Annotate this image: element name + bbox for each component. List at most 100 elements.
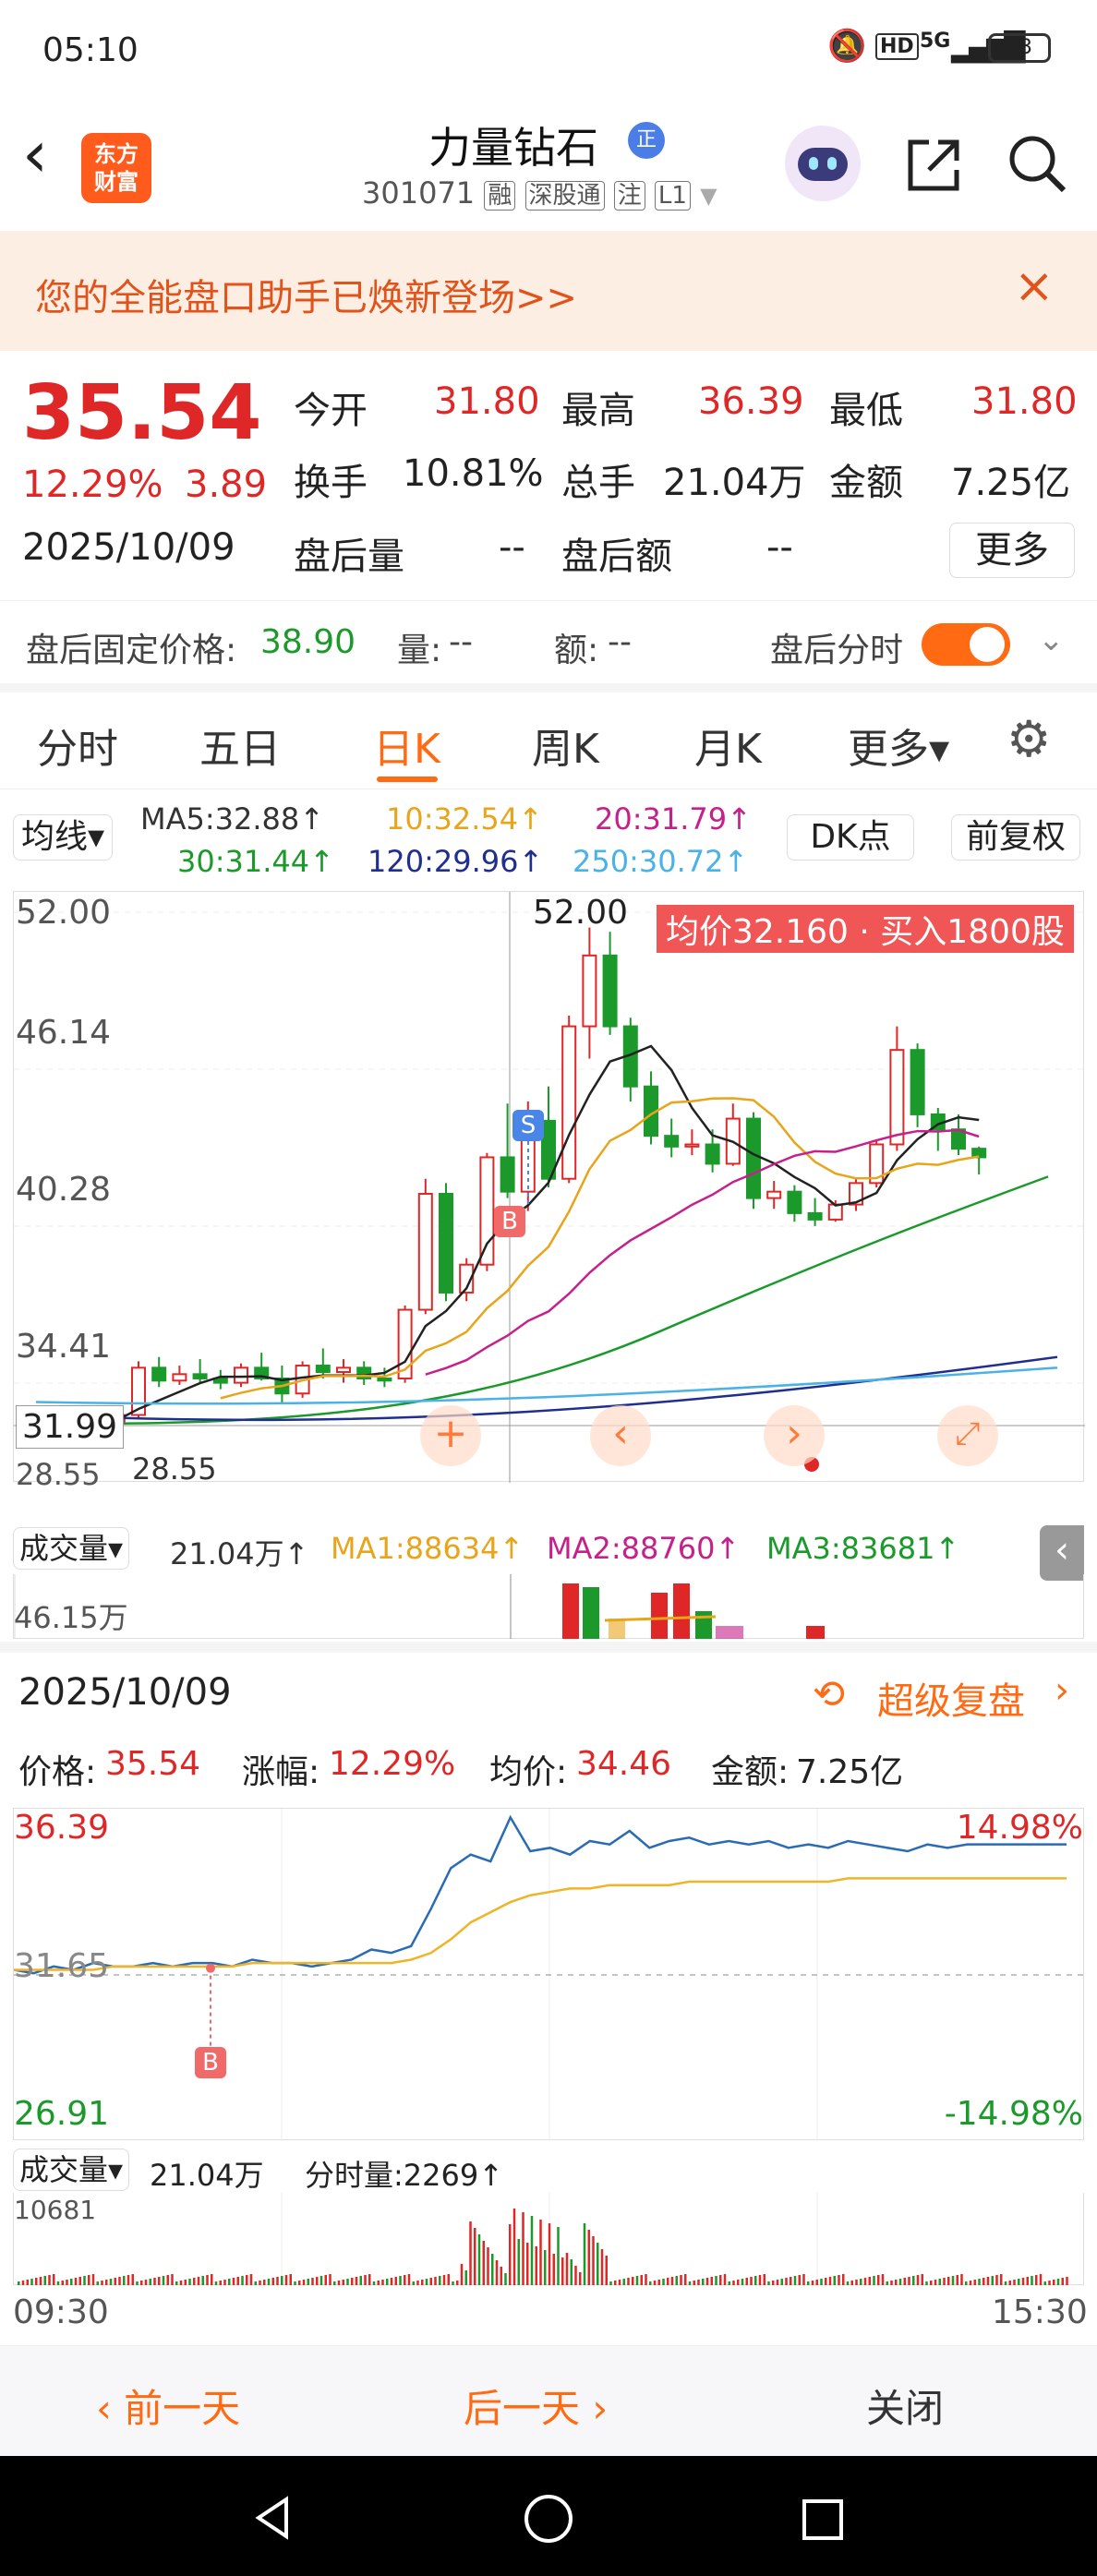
ivol-bar	[114, 2278, 116, 2285]
ivol-bar	[728, 2281, 730, 2285]
tab-intraday[interactable]: 分时	[37, 716, 118, 775]
ivol-bar	[693, 2281, 695, 2285]
ivol-bar	[670, 2277, 674, 2285]
kline-chart[interactable]: 52.00 46.14 40.28 34.41 31.99 28.55 28.5…	[13, 891, 1085, 1492]
candle-body	[479, 1156, 495, 1266]
ivol-bar	[938, 2279, 941, 2285]
ivol-bar	[1039, 2274, 1043, 2285]
add-icon[interactable]: +	[420, 1405, 481, 1466]
after-hours-bar: 盘后固定价格: 38.90 量: -- 额: -- 盘后分时 ⌄	[0, 600, 1097, 692]
candle-body	[315, 1365, 331, 1373]
ivol-bar	[158, 2277, 161, 2285]
robot-assistant-icon[interactable]	[785, 126, 861, 201]
time-start-label: 09:30	[13, 2293, 109, 2331]
volume-selector[interactable]: 成交量▾	[13, 1527, 130, 1570]
ivol-bar	[780, 2279, 783, 2285]
ivol-bar	[241, 2276, 244, 2285]
promo-banner[interactable]: 您的全能盘口助手已焕新登场>> ×	[0, 231, 1097, 351]
ivol-bar	[421, 2280, 424, 2285]
ivol-bar	[35, 2278, 38, 2285]
tab-daily-k[interactable]: 日K	[373, 716, 440, 775]
promo-text[interactable]: 您的全能盘口助手已焕新登场>>	[35, 268, 577, 321]
ivol-bar	[39, 2277, 42, 2285]
ivol-bar	[512, 2209, 516, 2285]
ivol-bar	[249, 2274, 253, 2285]
ma-selector[interactable]: 均线▾	[13, 814, 114, 861]
intraday-chart[interactable]: 36.39 31.65 26.91 14.98% -14.98% B	[13, 1808, 1085, 2141]
ivol-bar	[688, 2281, 692, 2285]
ivol-bar	[83, 2276, 86, 2285]
volume-ma3: MA3:83681↑	[766, 1531, 960, 1566]
ivol-bar	[903, 2278, 906, 2285]
dropdown-icon[interactable]: ▼	[700, 183, 717, 209]
ivol-bar	[995, 2275, 998, 2285]
expand-icon[interactable]: ⤢	[937, 1405, 998, 1466]
intra-volume-selector[interactable]: 成交量▾	[13, 2149, 130, 2191]
ivol-bar	[855, 2280, 858, 2285]
candle-body	[582, 954, 597, 1028]
candle-body	[234, 1366, 248, 1384]
ivol-bar	[886, 2281, 888, 2285]
tab-weekly-k[interactable]: 周K	[532, 716, 599, 775]
back-icon[interactable]: ‹	[22, 122, 48, 187]
close-icon[interactable]: ×	[1014, 259, 1055, 314]
ivol-bar	[504, 2273, 507, 2285]
gear-icon[interactable]: ⚙	[1007, 710, 1051, 768]
ivol-bar	[61, 2281, 64, 2285]
volume-value: 21.04万	[663, 462, 806, 504]
tab-more[interactable]: 更多▾	[848, 716, 949, 775]
ivol-bar	[1004, 2281, 1007, 2285]
intraday-header: 2025/10/09 ⟲ 超级复盘 › 价格: 35.54 涨幅: 12.29%…	[0, 1653, 1097, 1805]
system-recents-icon[interactable]	[800, 2497, 846, 2543]
dk-button[interactable]: DK点	[787, 814, 914, 861]
ivol-bar	[319, 2276, 323, 2285]
ivol-bar	[105, 2280, 108, 2285]
ivol-bar	[144, 2280, 148, 2285]
share-icon[interactable]	[901, 133, 966, 198]
intra-top-pct: 14.98%	[956, 1809, 1083, 1847]
ivol-bar	[723, 2274, 727, 2285]
system-home-icon[interactable]	[523, 2493, 574, 2545]
ma20-label: 20:31.79↑	[595, 801, 752, 837]
ivol-bar	[828, 2277, 832, 2285]
status-bar: 05:10 🔕 HD 5G ▂▄▆█ 33	[0, 0, 1097, 102]
high-label: 最高	[561, 390, 635, 432]
low-label: 最低	[829, 390, 903, 432]
stock-name[interactable]: 力量钻石	[428, 114, 598, 175]
chevron-right-small-icon[interactable]: ›	[1055, 1669, 1069, 1712]
amount-label: 金额	[829, 462, 903, 504]
more-button[interactable]: 更多	[949, 523, 1075, 578]
after-share-toggle[interactable]	[922, 623, 1010, 666]
ivol-bar	[364, 2275, 367, 2285]
prev-day-button[interactable]: ‹ 前一天	[96, 2377, 240, 2434]
trade-banner: 均价32.160 · 买入1800股	[657, 905, 1074, 953]
ivol-bar	[386, 2279, 389, 2285]
ivol-bar	[267, 2279, 271, 2285]
chevron-left-icon[interactable]: ‹	[590, 1405, 651, 1466]
super-replay-link[interactable]: 超级复盘	[877, 1671, 1025, 1725]
collapse-icon[interactable]: ‹	[1040, 1525, 1084, 1581]
ivol-bar	[211, 2274, 213, 2285]
ivol-bar	[662, 2279, 665, 2285]
chevron-right-icon[interactable]: ›	[764, 1405, 825, 1466]
ivol-bar	[118, 2277, 121, 2285]
mute-icon: 🔕	[827, 28, 867, 65]
chevron-down-icon[interactable]: ⌄	[1038, 621, 1065, 658]
after-amt-label: 盘后额	[561, 536, 672, 578]
next-day-button[interactable]: 后一天 ›	[464, 2377, 608, 2434]
ivol-bar	[600, 2249, 604, 2285]
close-button[interactable]: 关闭	[866, 2377, 944, 2434]
tab-monthly-k[interactable]: 月K	[694, 716, 762, 775]
ivol-bar	[597, 2243, 599, 2285]
fuquan-button[interactable]: 前复权	[951, 814, 1080, 861]
tab-five-day[interactable]: 五日	[199, 716, 281, 775]
ivol-bar	[943, 2278, 946, 2285]
ivol-bar	[895, 2280, 898, 2285]
ivol-bar	[811, 2281, 814, 2285]
candle-body	[684, 1143, 700, 1148]
system-back-icon[interactable]	[249, 2495, 295, 2541]
search-icon[interactable]	[1005, 131, 1071, 198]
history-icon[interactable]: ⟲	[813, 1671, 845, 1716]
time-end-label: 15:30	[992, 2293, 1088, 2331]
status-time: 05:10	[42, 31, 139, 69]
